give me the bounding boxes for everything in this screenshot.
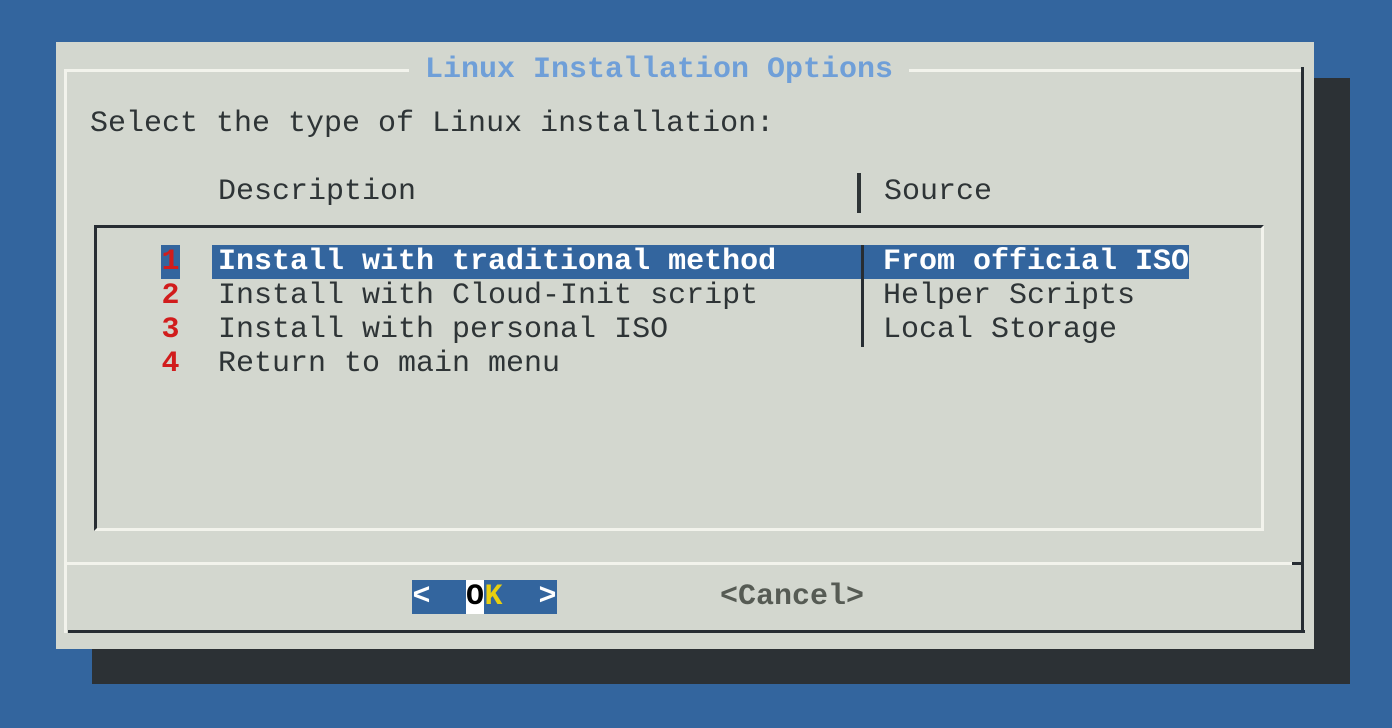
menu-item-number: 2: [161, 279, 180, 313]
dialog-title: Linux Installation Options: [409, 53, 909, 87]
menu-item-number: 1: [161, 245, 180, 279]
menu-item-description: Return to main menu: [218, 347, 560, 381]
button-separator-line: [64, 562, 1292, 565]
dialog-border-bottom: [68, 630, 1305, 633]
column-separator-icon: [857, 173, 861, 213]
dialog-border-left: [64, 69, 67, 633]
button-separator-end: [1292, 562, 1304, 565]
column-header-description: Description: [218, 175, 416, 209]
ok-open-bracket: <: [412, 580, 431, 614]
column-header-source: Source: [884, 175, 992, 209]
menu-item-source: Helper Scripts: [883, 279, 1135, 313]
column-separator-line: [861, 279, 864, 313]
column-separator-line: [861, 313, 864, 347]
menu-item-source: Local Storage: [883, 313, 1117, 347]
ok-button[interactable]: < O K >: [412, 580, 557, 614]
ok-cursor-char: O: [466, 580, 484, 614]
dialog-border-right: [1301, 67, 1304, 633]
menu-item-row[interactable]: 3 Install with personal ISO Local Storag…: [97, 313, 1261, 347]
ok-close-bracket: >: [538, 580, 557, 614]
cancel-button[interactable]: <Cancel>: [720, 580, 864, 614]
terminal-screen: Linux Installation Options Select the ty…: [0, 0, 1392, 728]
menu-item-number: 3: [161, 313, 180, 347]
menu-item-description: Install with personal ISO: [218, 313, 668, 347]
ok-accel-char: K: [484, 580, 503, 614]
menu-box: 1 Install with traditional method From o…: [94, 225, 1264, 531]
menu-item-row[interactable]: 2 Install with Cloud-Init script Helper …: [97, 279, 1261, 313]
dialog-message: Select the type of Linux installation:: [90, 107, 774, 141]
menu-item-description: Install with traditional method: [218, 245, 776, 279]
menu-item-row[interactable]: 4 Return to main menu: [97, 347, 1261, 381]
dialog-window: Linux Installation Options Select the ty…: [56, 42, 1314, 649]
menu-item-number: 4: [161, 347, 180, 381]
column-separator-line: [861, 245, 864, 279]
menu-item-source: From official ISO: [883, 245, 1189, 279]
menu-item-row[interactable]: 1 Install with traditional method From o…: [97, 245, 1261, 279]
menu-list: 1 Install with traditional method From o…: [97, 228, 1261, 528]
menu-item-description: Install with Cloud-Init script: [218, 279, 758, 313]
